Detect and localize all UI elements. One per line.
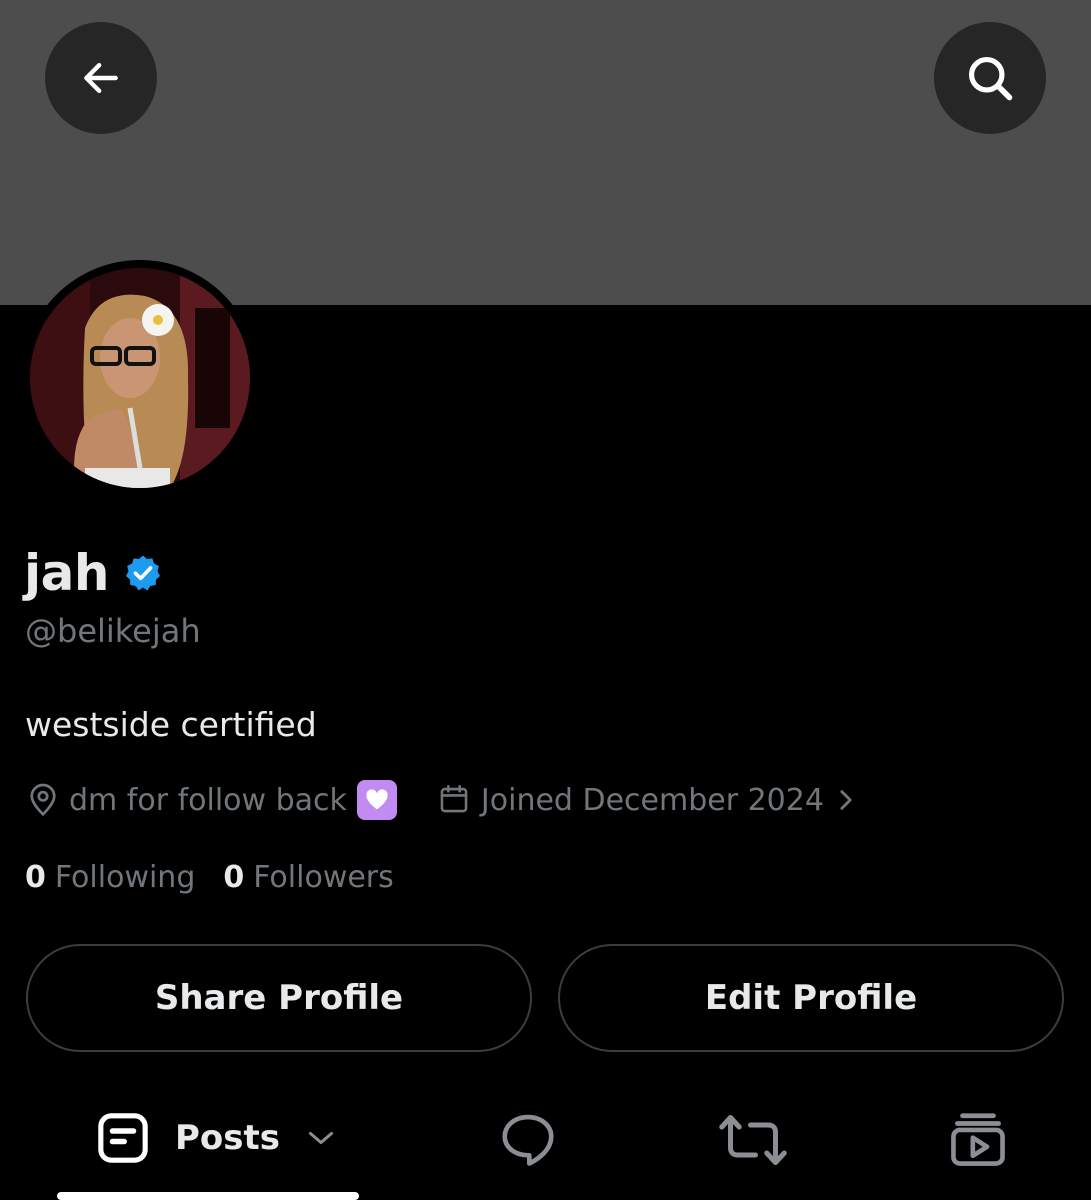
handle: @belikejah [25,612,201,650]
calendar-icon [437,782,473,818]
followers-link[interactable]: 0 Followers [223,860,393,895]
following-count: 0 [25,860,46,895]
location-item: dm for follow back [25,780,397,820]
tab-posts-label: Posts [175,1118,281,1158]
purple-heart-emoji [356,780,397,820]
chevron-right-icon [836,786,856,814]
replies-icon [502,1114,554,1166]
profile-tabs: Posts [0,1080,1091,1200]
share-profile-button[interactable]: Share Profile [26,944,532,1052]
joined-item[interactable]: Joined December 2024 [437,782,856,818]
bio: westside certified [25,705,317,744]
following-link[interactable]: 0 Following [25,860,195,895]
tab-posts[interactable]: Posts [95,1110,336,1166]
search-button[interactable] [934,22,1046,134]
follow-stats: 0 Following 0 Followers [25,860,422,895]
tab-reposts[interactable] [718,1110,788,1170]
name-row: jah [24,538,163,608]
tab-replies[interactable] [497,1108,559,1170]
avatar-photo [30,268,250,488]
joined-text: Joined December 2024 [480,782,824,818]
display-name: jah [24,544,109,602]
profile-screen: jah @belikejah westside certified dm for… [0,0,1091,1200]
chevron-down-icon[interactable] [306,1128,336,1148]
repost-icon [719,1115,787,1165]
back-button[interactable] [45,22,157,134]
media-icon [951,1113,1005,1166]
followers-count: 0 [223,860,245,895]
arrow-left-icon [84,62,118,94]
verified-badge-icon[interactable] [123,553,163,593]
location-pin-icon [25,782,61,818]
location-text: dm for follow back [69,782,347,818]
posts-icon [98,1113,148,1163]
profile-banner[interactable] [0,0,1091,305]
tab-media[interactable] [947,1108,1009,1170]
avatar[interactable] [30,268,250,488]
active-tab-indicator [57,1192,359,1200]
edit-profile-button[interactable]: Edit Profile [558,944,1064,1052]
profile-meta: dm for follow back Joined December 2024 [25,776,856,824]
search-icon [968,56,1013,101]
following-label: Following [54,860,196,895]
followers-label: Followers [253,860,394,895]
